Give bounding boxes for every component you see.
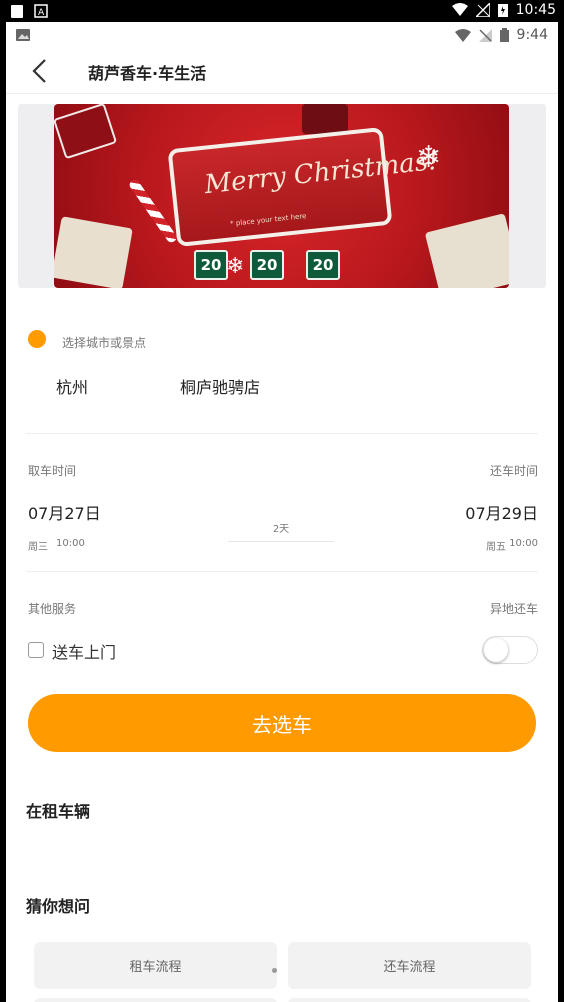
dropoff-time[interactable]: 10:00: [509, 538, 538, 549]
deliver-checkbox[interactable]: [28, 642, 44, 658]
scroll-indicator-dot: [272, 968, 277, 973]
chevron-left-icon: [32, 59, 46, 83]
christmas-banner-image[interactable]: Merry Christmas! * place your text here …: [54, 104, 509, 288]
gift-box-bottom-right: [424, 213, 509, 288]
signal-off-icon: [478, 28, 492, 42]
app-status-bar: 9:44: [6, 22, 558, 48]
gift-box-bottom-left: [54, 216, 133, 288]
page-title: 葫芦香车·车生活: [88, 64, 207, 83]
banner-tag: 20: [194, 250, 228, 280]
return-elsewhere-label: 异地还车: [489, 602, 538, 616]
battery-charging-icon: [497, 4, 508, 17]
select-car-button[interactable]: 去选车: [28, 694, 536, 752]
navigation-bar: 葫芦香车·车生活: [6, 48, 558, 94]
faq-item-return-process[interactable]: 还车流程: [288, 942, 531, 989]
snowflake-icon: ❄: [416, 140, 442, 175]
dropoff-weekday: 周五: [486, 542, 506, 553]
return-elsewhere-toggle[interactable]: [482, 636, 538, 664]
device-time: 10:45: [515, 2, 556, 18]
banner-tag: 20: [250, 250, 284, 280]
faq-next-row: [288, 998, 531, 1002]
pickup-label: 取车时间: [28, 464, 77, 478]
dropoff-date[interactable]: 07月29日: [465, 500, 538, 524]
location-selector[interactable]: 选择城市或景点 杭州 桐庐驰骋店: [26, 316, 538, 434]
banner-tag: 20: [306, 250, 340, 280]
gift-box-top-left: [54, 104, 118, 160]
banner-carousel[interactable]: Merry Christmas! * place your text here …: [18, 104, 546, 288]
wifi-icon: [454, 28, 471, 42]
faq-next-row: [34, 998, 277, 1002]
location-hint: 选择城市或景点: [62, 336, 147, 350]
renting-vehicles-title: 在租车辆: [26, 802, 91, 821]
image-notification-icon: [16, 29, 30, 41]
rental-duration: 2天: [228, 520, 334, 542]
back-button[interactable]: [24, 56, 54, 86]
other-services-label: 其他服务: [28, 602, 77, 616]
pickup-date[interactable]: 07月27日: [28, 500, 101, 524]
gift-box-top-center: [302, 104, 348, 134]
other-services-section: 其他服务 异地还车 送车上门: [26, 572, 538, 688]
snowflake-icon: ❄: [226, 254, 245, 279]
deliver-label[interactable]: 送车上门: [52, 639, 116, 663]
rental-time-section: 取车时间 还车时间 07月27日 07月29日 周三 10:00 周五 10:0…: [26, 434, 538, 572]
toggle-knob: [484, 638, 508, 662]
device-status-bar: A 10:45: [0, 0, 564, 22]
clipboard-icon: [11, 5, 23, 18]
battery-icon: [499, 28, 509, 42]
store-select[interactable]: 桐庐驰骋店: [180, 374, 260, 398]
app-a-icon: A: [34, 4, 48, 18]
location-dot-icon: [28, 330, 46, 348]
dropoff-label: 还车时间: [489, 464, 538, 478]
pickup-weekday: 周三: [28, 542, 48, 553]
faq-item-rent-process[interactable]: 租车流程: [34, 942, 277, 989]
faq-title: 猜你想问: [26, 897, 91, 916]
app-status-time: 9:44: [516, 27, 548, 43]
wifi-icon: [451, 3, 468, 16]
pickup-time[interactable]: 10:00: [56, 538, 85, 549]
signal-off-icon: [475, 3, 490, 17]
svg-text:A: A: [38, 8, 45, 18]
city-select[interactable]: 杭州: [56, 374, 88, 398]
app-screen: 9:44 葫芦香车·车生活 Merry Christmas! * place y…: [6, 22, 558, 1002]
